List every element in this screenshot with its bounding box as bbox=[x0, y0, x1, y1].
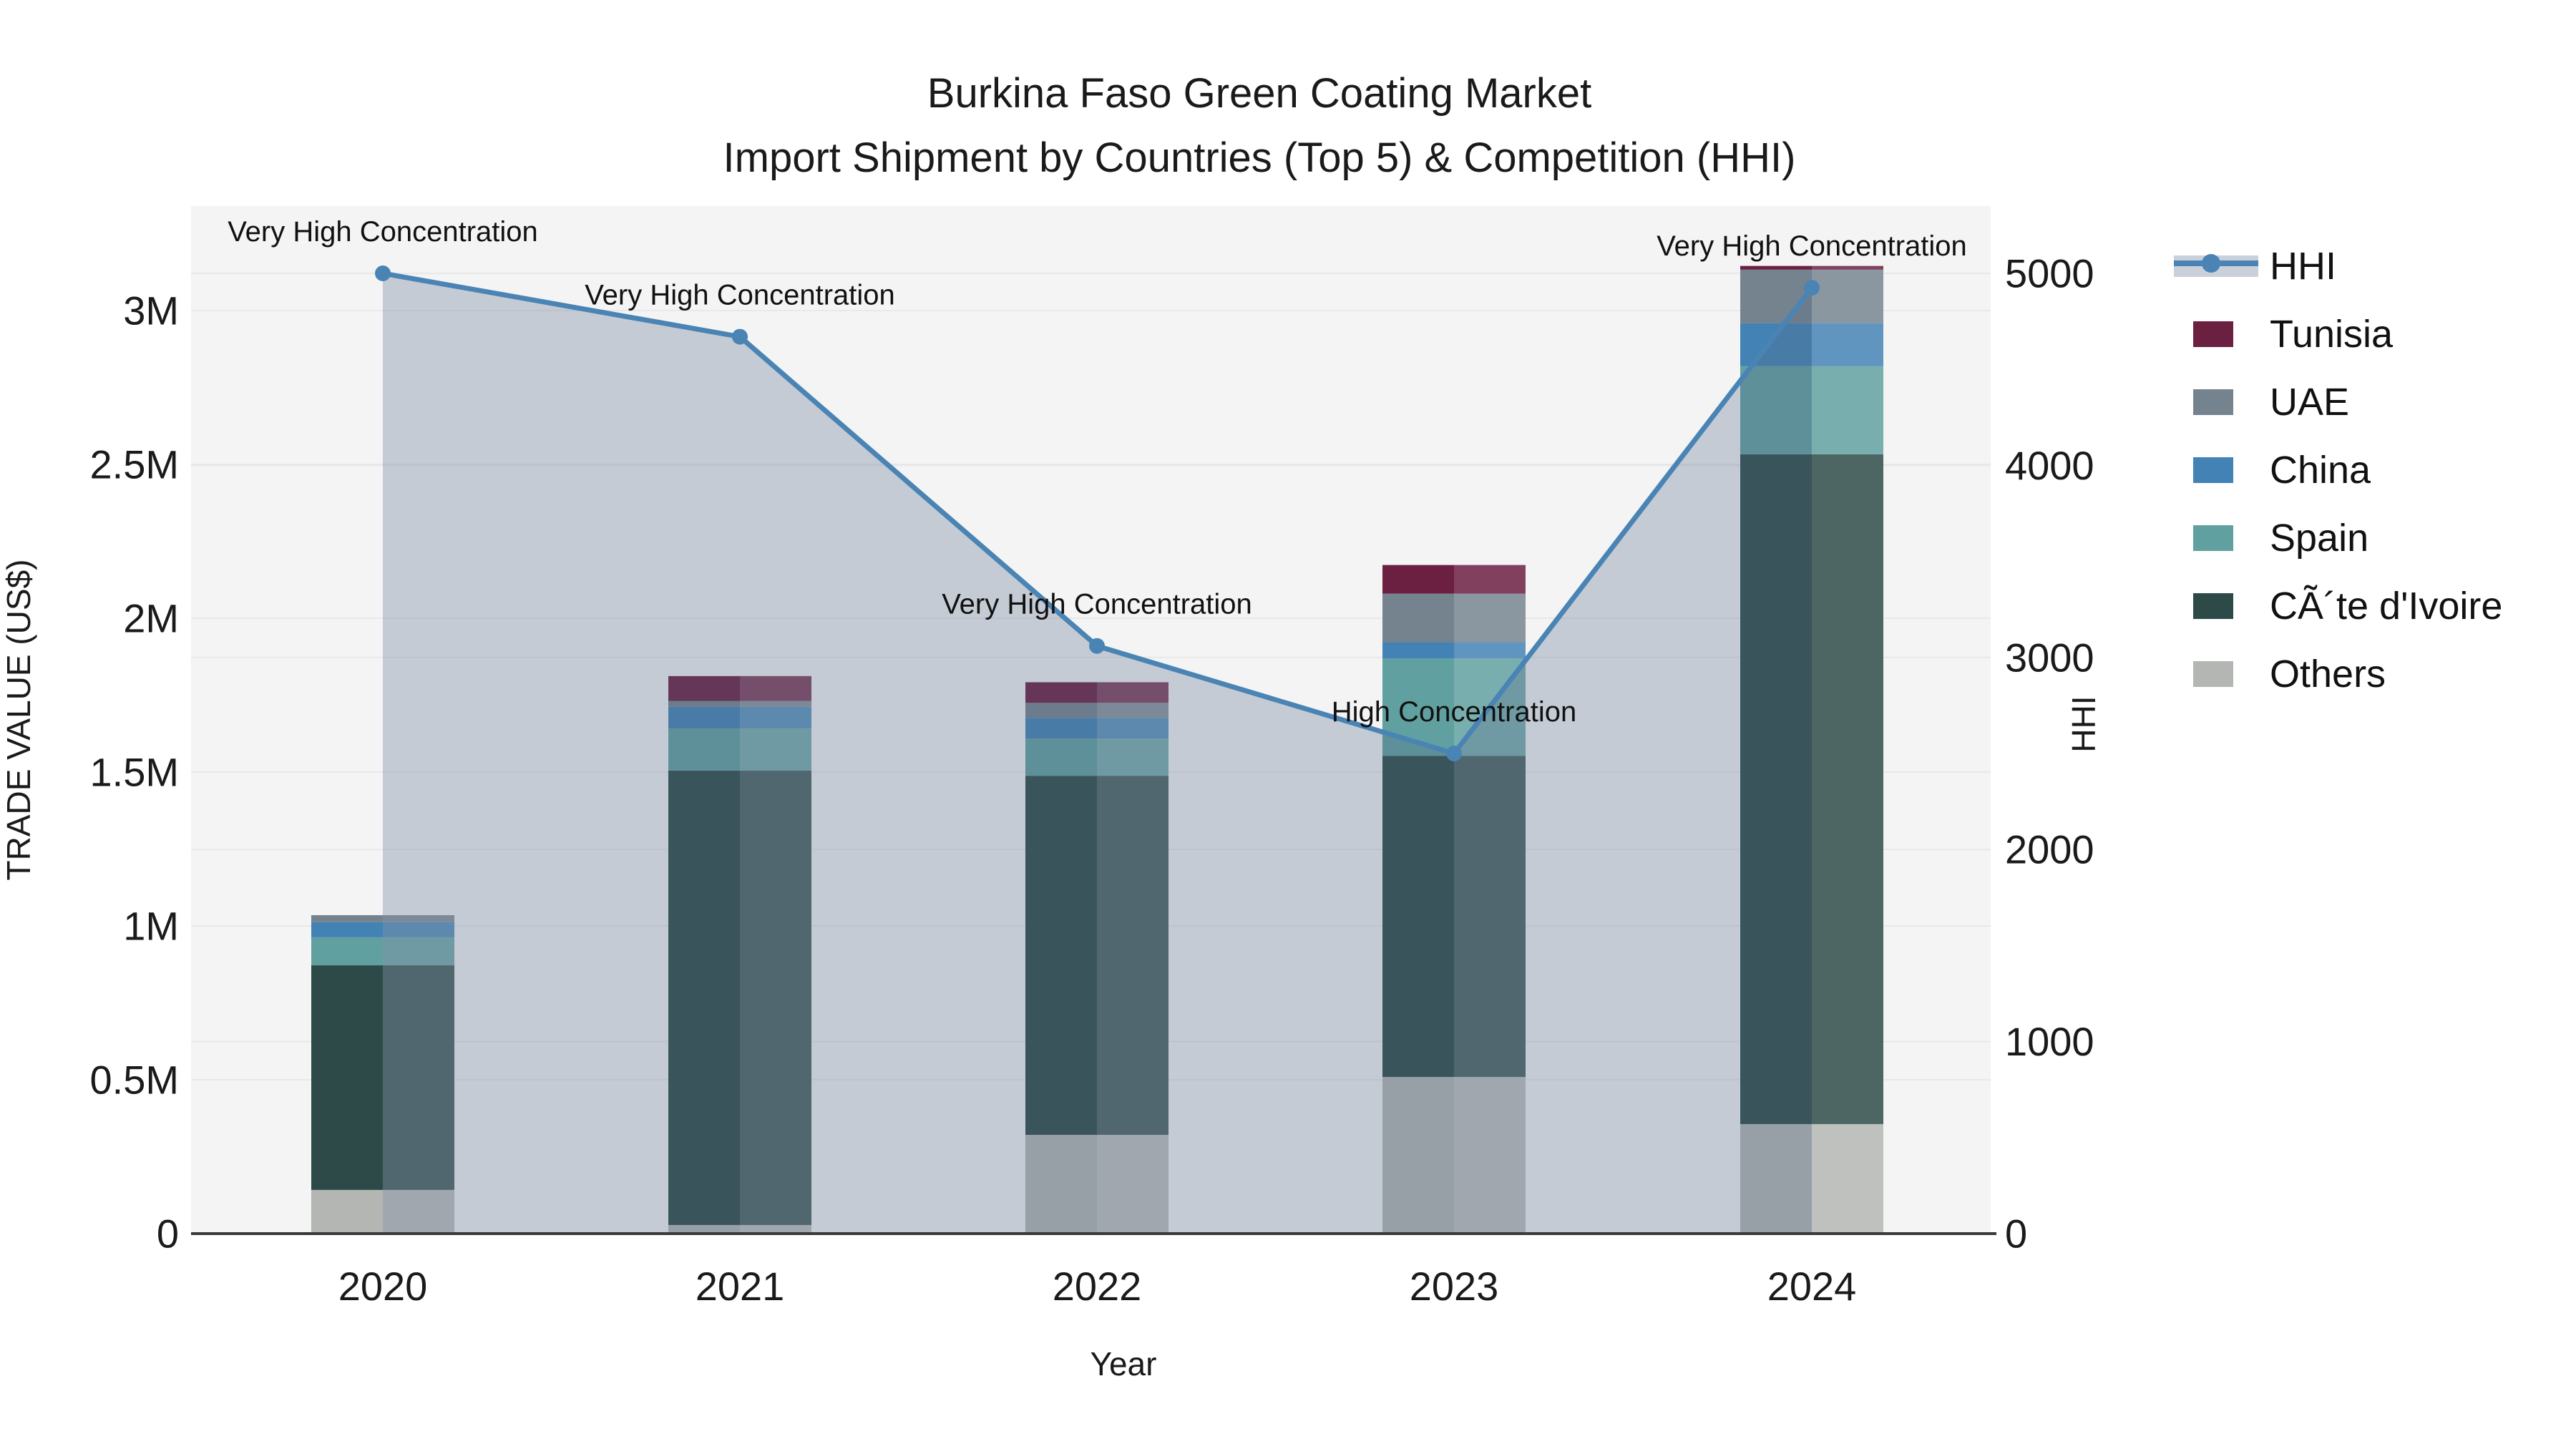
legend-item-Spain[interactable]: Spain bbox=[2193, 517, 2368, 560]
y-left-axis-title: TRADE VALUE (US$) bbox=[0, 559, 37, 880]
bar-segment-right bbox=[1812, 454, 1883, 1124]
bar-segment-left bbox=[311, 965, 383, 1190]
bar-segment-right bbox=[1454, 593, 1526, 643]
annotation-2024: Very High Concentration bbox=[1657, 230, 1967, 262]
bar-segment-right bbox=[1812, 323, 1883, 366]
bar-segment-right bbox=[1454, 565, 1526, 594]
x-tick-label-2020: 2020 bbox=[338, 1264, 428, 1309]
bar-2023-UAE[interactable] bbox=[1382, 593, 1526, 643]
bar-2023-Tunisia[interactable] bbox=[1382, 565, 1526, 594]
hhi-point-2023[interactable] bbox=[1446, 746, 1462, 761]
bar-segment-right bbox=[1454, 642, 1526, 659]
x-tick-label-2021: 2021 bbox=[696, 1264, 785, 1309]
legend-swatch bbox=[2193, 389, 2233, 415]
y-right-tick-label: 3000 bbox=[2005, 635, 2094, 680]
legend: HHI Tunisia UAE China Spain CÃ´te d'Ivoire Oth… bbox=[2174, 245, 2502, 696]
legend-item-Others[interactable]: Others bbox=[2193, 653, 2386, 696]
bar-segment-right bbox=[1812, 269, 1883, 323]
legend-label: Spain bbox=[2270, 517, 2368, 560]
y-left-tick-label: 0.5M bbox=[90, 1058, 180, 1103]
legend-swatch bbox=[2193, 457, 2233, 483]
hhi-point-2022[interactable] bbox=[1089, 638, 1105, 654]
legend-swatch bbox=[2193, 525, 2233, 551]
y-left-tick-label: 1M bbox=[123, 904, 179, 949]
x-tick-label-2023: 2023 bbox=[1410, 1264, 1499, 1309]
x-tick-label-2022: 2022 bbox=[1053, 1264, 1142, 1309]
legend-item-UAE[interactable]: UAE bbox=[2193, 381, 2349, 424]
bar-segment-left bbox=[1740, 265, 1812, 270]
bar-segment-left bbox=[1382, 593, 1454, 643]
annotation-2022: Very High Concentration bbox=[942, 589, 1252, 620]
legend-label: Tunisia bbox=[2270, 313, 2394, 356]
y-left-tick-label: 2M bbox=[123, 596, 179, 641]
y-left-tick-label: 3M bbox=[123, 288, 179, 333]
legend-swatch bbox=[2193, 321, 2233, 347]
y-right-tick-label: 1000 bbox=[2005, 1019, 2094, 1064]
legend-label: Others bbox=[2270, 653, 2386, 696]
y-left-tick-label: 1.5M bbox=[90, 750, 180, 795]
annotation-2020: Very High Concentration bbox=[228, 216, 538, 248]
bar-segment-left bbox=[311, 1189, 383, 1234]
x-axis-title: Year bbox=[1091, 1345, 1157, 1382]
legend-item-China[interactable]: China bbox=[2193, 449, 2371, 492]
bar-segment-right bbox=[1812, 1123, 1883, 1234]
annotation-2023: High Concentration bbox=[1332, 696, 1576, 728]
x-tick-label-2024: 2024 bbox=[1767, 1264, 1857, 1309]
legend-item-Tunisia[interactable]: Tunisia bbox=[2193, 313, 2394, 356]
bar-segment-left bbox=[311, 914, 383, 922]
legend-hhi-marker bbox=[2202, 254, 2220, 273]
bar-segment-left bbox=[311, 937, 383, 966]
y-left-tick-label: 0 bbox=[157, 1211, 179, 1257]
legend-label: CÃ´te d'Ivoire bbox=[2270, 585, 2502, 628]
bar-segment-right bbox=[1812, 265, 1883, 270]
hhi-point-2024[interactable] bbox=[1804, 280, 1820, 296]
bar-segment-left bbox=[1382, 642, 1454, 659]
y-right-tick-label: 4000 bbox=[2005, 443, 2094, 488]
bar-segment-left bbox=[1382, 565, 1454, 594]
y-right-tick-label: 5000 bbox=[2005, 251, 2094, 296]
legend-label: HHI bbox=[2270, 245, 2336, 288]
bar-2023-China[interactable] bbox=[1382, 642, 1526, 659]
y-right-tick-label: 2000 bbox=[2005, 827, 2094, 872]
legend-label: UAE bbox=[2270, 381, 2349, 424]
y-right-axis-title: HHI bbox=[2065, 696, 2102, 752]
legend-swatch bbox=[2193, 593, 2233, 619]
bar-segment-left bbox=[311, 922, 383, 937]
hhi-point-2021[interactable] bbox=[732, 328, 748, 345]
hhi-point-2020[interactable] bbox=[375, 265, 391, 281]
bar-2024-Tunisia[interactable] bbox=[1740, 265, 1883, 270]
y-left-tick-label: 2.5M bbox=[90, 442, 180, 487]
legend-item-HHI[interactable]: HHI bbox=[2174, 245, 2336, 288]
legend-item-CÃ´te d'Ivoire[interactable]: CÃ´te d'Ivoire bbox=[2193, 585, 2502, 628]
annotation-2021: Very High Concentration bbox=[585, 280, 895, 311]
legend-label: China bbox=[2270, 449, 2371, 492]
legend-swatch bbox=[2193, 661, 2233, 687]
hhi-import-chart: Very High Concentration Very High Concent… bbox=[0, 206, 2502, 1382]
bar-segment-right bbox=[1812, 366, 1883, 454]
y-right-tick-label: 0 bbox=[2005, 1211, 2027, 1257]
